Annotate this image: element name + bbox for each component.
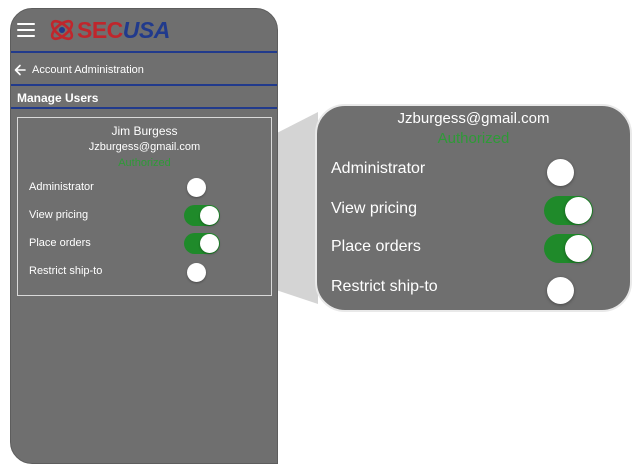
- toggle-knob: [565, 235, 592, 262]
- zoom-permission-row-administrator: Administrator: [331, 156, 621, 188]
- toggle-knob: [565, 197, 592, 224]
- zoom-place-orders-toggle[interactable]: [544, 234, 593, 263]
- secusa-logo: SEC USA: [47, 17, 170, 44]
- toggle-knob: [200, 206, 219, 225]
- user-status: Authorized: [118, 157, 171, 169]
- permission-label: View pricing: [29, 209, 89, 221]
- zoom-permission-row-place-orders: Place orders: [331, 234, 621, 266]
- permission-row-restrict-ship-to: Restrict ship-to: [29, 262, 229, 282]
- atom-logo-icon: [50, 19, 74, 41]
- zoom-permission-row-view-pricing: View pricing: [331, 196, 621, 228]
- permission-row-place-orders: Place orders: [29, 233, 229, 254]
- user-name: Jim Burgess: [111, 124, 178, 138]
- restrict-ship-to-toggle[interactable]: [187, 263, 206, 282]
- hamburger-icon[interactable]: [17, 23, 35, 37]
- section-title: Manage Users: [17, 90, 99, 105]
- zoom-user-email: Jzburgess@gmail.com: [397, 110, 550, 127]
- zoom-permission-label: View pricing: [331, 200, 417, 217]
- view-pricing-toggle[interactable]: [184, 205, 220, 226]
- permission-row-view-pricing: View pricing: [29, 205, 229, 226]
- permission-label: Administrator: [29, 181, 94, 193]
- nav-title[interactable]: Account Administration: [32, 64, 144, 76]
- permission-label: Restrict ship-to: [29, 265, 103, 277]
- zoom-permission-label: Administrator: [331, 160, 426, 177]
- zoom-permission-label: Restrict ship-to: [331, 278, 438, 295]
- permission-label: Place orders: [29, 237, 91, 249]
- permission-row-administrator: Administrator: [29, 178, 229, 198]
- zoom-view-pricing-toggle[interactable]: [544, 196, 593, 225]
- logo-text-usa: USA: [122, 16, 171, 43]
- phone-screen: SEC USA Account Administration Manage Use…: [10, 8, 278, 464]
- toggle-knob: [200, 234, 219, 253]
- zoom-restrict-ship-to-toggle[interactable]: [547, 277, 574, 304]
- arrow-left-icon[interactable]: [13, 63, 27, 77]
- zoom-permission-row-restrict-ship-to: Restrict ship-to: [331, 274, 621, 306]
- section-header: Manage Users: [11, 88, 277, 109]
- back-nav[interactable]: Account Administration: [11, 55, 277, 86]
- zoom-administrator-toggle[interactable]: [547, 159, 574, 186]
- place-orders-toggle[interactable]: [184, 233, 220, 254]
- user-email: Jzburgess@gmail.com: [88, 141, 201, 153]
- zoom-callout: Jzburgess@gmail.com Authorized Administr…: [315, 104, 632, 312]
- app-header: SEC USA: [11, 9, 277, 53]
- zoom-permission-label: Place orders: [331, 238, 421, 255]
- logo-text-sec: SEC: [77, 16, 123, 43]
- user-card: Jim Burgess Jzburgess@gmail.com Authoriz…: [17, 117, 272, 296]
- administrator-toggle[interactable]: [187, 178, 206, 197]
- zoom-user-status: Authorized: [437, 130, 510, 147]
